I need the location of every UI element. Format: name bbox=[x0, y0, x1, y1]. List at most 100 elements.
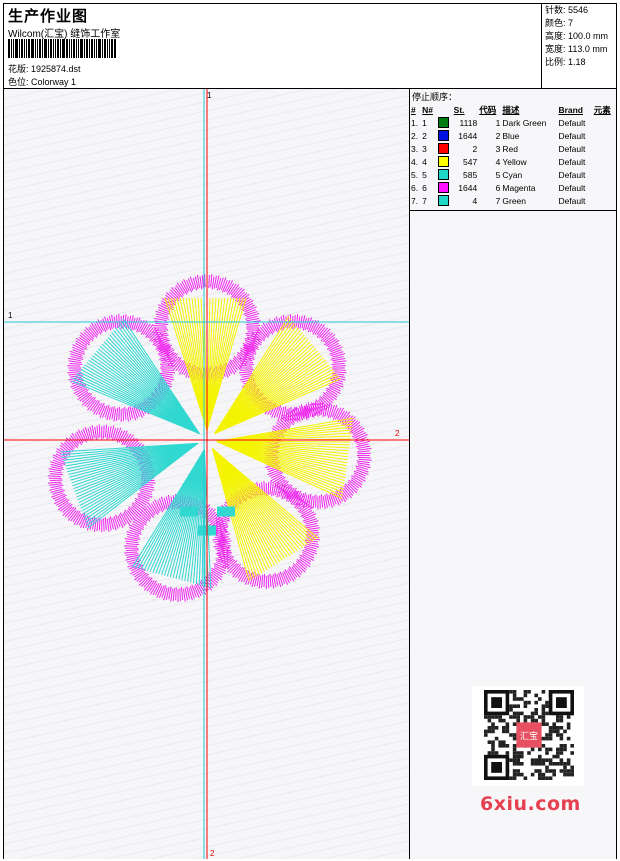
table-row[interactable]: 6. 6 1644 6 Magenta Default bbox=[410, 181, 616, 194]
col-description: 描述 bbox=[502, 104, 520, 115]
row-description: Magenta bbox=[502, 182, 536, 193]
table-row[interactable]: 2. 2 1644 2 Blue Default bbox=[410, 129, 616, 142]
row-code: 6 bbox=[495, 182, 501, 193]
table-row[interactable]: 1. 1 1118 1 Dark Green Default bbox=[410, 116, 616, 129]
row-needle: 1 bbox=[422, 117, 427, 128]
color-swatch bbox=[437, 142, 453, 155]
table-row[interactable]: 3. 3 2 3 Red Default bbox=[410, 142, 616, 155]
barcode bbox=[8, 39, 117, 58]
row-stitches: 1644 bbox=[458, 182, 478, 193]
color-swatch bbox=[437, 116, 453, 129]
stop-sequence-heading: 停止顺序： bbox=[412, 92, 458, 102]
color-swatch bbox=[437, 155, 453, 168]
petals bbox=[47, 274, 372, 603]
color-swatch-dark-green bbox=[437, 117, 449, 129]
stat-height: 高度: 100.0 mm bbox=[545, 31, 609, 41]
row-description: Cyan bbox=[502, 169, 523, 180]
qr-stamp-text: 汇宝 bbox=[520, 730, 538, 742]
row-index: 5. bbox=[411, 169, 419, 180]
row-index: 2. bbox=[411, 130, 419, 141]
row-stitches: 585 bbox=[463, 169, 478, 180]
row-index: 6. bbox=[411, 182, 419, 193]
row-description: Green bbox=[502, 195, 527, 206]
row-brand: Default bbox=[558, 117, 586, 128]
table-row[interactable]: 4. 4 547 4 Yellow Default bbox=[410, 155, 616, 168]
row-stitches: 547 bbox=[463, 156, 478, 167]
row-stitches: 1118 bbox=[459, 117, 478, 128]
row-code: 4 bbox=[495, 156, 501, 167]
row-needle: 3 bbox=[422, 143, 427, 154]
col-index: # bbox=[411, 104, 416, 115]
row-brand: Default bbox=[558, 195, 586, 206]
color-swatch bbox=[437, 168, 453, 181]
vertical-guide-2-label: 2 bbox=[210, 849, 215, 858]
design-canvas[interactable]: 1 2 1 2 bbox=[4, 89, 409, 859]
row-element bbox=[593, 181, 616, 194]
row-code: 2 bbox=[495, 130, 501, 141]
row-code: 1 bbox=[495, 117, 501, 128]
stat-width: 宽度: 113.0 mm bbox=[545, 44, 608, 54]
production-sheet: 生产作业图 Wilcom(汇宝) 缝饰工作室 花版: 1925874.dst 色… bbox=[3, 3, 617, 859]
row-needle: 7 bbox=[422, 195, 427, 206]
col-stitches: St. bbox=[453, 104, 465, 115]
row-code: 7 bbox=[495, 195, 501, 206]
row-code: 5 bbox=[495, 169, 501, 180]
embroidery-design bbox=[4, 89, 409, 859]
col-code: 代码 bbox=[479, 104, 497, 115]
col-element: 元素 bbox=[593, 104, 611, 115]
row-stitches: 2 bbox=[472, 143, 478, 154]
row-element bbox=[593, 142, 616, 155]
row-description: Red bbox=[502, 143, 518, 154]
sheet-header: 生产作业图 Wilcom(汇宝) 缝饰工作室 花版: 1925874.dst 色… bbox=[4, 4, 616, 89]
horizontal-guide-1-label: 1 bbox=[8, 311, 13, 320]
color-swatch bbox=[437, 129, 453, 142]
table-row[interactable]: 7. 7 4 7 Green Default bbox=[410, 194, 616, 207]
row-stitches: 4 bbox=[472, 195, 478, 206]
stat-scale: 比例: 1.18 bbox=[545, 57, 586, 67]
row-brand: Default bbox=[558, 130, 586, 141]
table-header-row: # N# St. 代码 描述 Brand 元素 bbox=[410, 103, 616, 116]
row-element bbox=[593, 194, 616, 207]
petal bbox=[211, 448, 321, 589]
color-swatch bbox=[437, 181, 453, 194]
row-description: Yellow bbox=[502, 156, 527, 167]
row-description: Blue bbox=[502, 130, 520, 141]
table-row[interactable]: 5. 5 585 5 Cyan Default bbox=[410, 168, 616, 181]
color-swatch-green bbox=[437, 195, 449, 207]
color-swatch-magenta bbox=[437, 182, 449, 194]
sheet-title: 生产作业图 bbox=[8, 8, 89, 25]
row-index: 7. bbox=[411, 195, 419, 206]
color-swatch bbox=[437, 194, 453, 207]
colorway-label: 色位: Colorway 1 bbox=[8, 77, 77, 87]
stat-stitches: 针数: 5546 bbox=[545, 5, 589, 15]
stats-panel: 针数: 5546 颜色: 7 高度: 100.0 mm 宽度: 113.0 mm… bbox=[541, 4, 616, 89]
row-needle: 4 bbox=[422, 156, 427, 167]
site-watermark: 6xiu.com bbox=[480, 793, 581, 815]
row-brand: Default bbox=[558, 143, 586, 154]
row-code: 3 bbox=[495, 143, 501, 154]
qr-code: 汇宝 bbox=[472, 686, 584, 786]
col-needle: N# bbox=[422, 104, 433, 115]
color-swatch-red bbox=[437, 143, 449, 155]
studio-name: Wilcom(汇宝) 缝饰工作室 bbox=[8, 29, 121, 40]
stop-sequence-table: # N# St. 代码 描述 Brand 元素 1. 1 1118 1 Dark Gre… bbox=[410, 103, 616, 207]
horizontal-guide-2-label: 2 bbox=[395, 429, 400, 438]
color-swatch-yellow bbox=[437, 156, 449, 168]
col-brand: Brand bbox=[558, 104, 583, 115]
row-index: 3. bbox=[411, 143, 419, 154]
row-needle: 2 bbox=[422, 130, 427, 141]
color-swatch-blue bbox=[437, 130, 449, 142]
color-swatch-cyan bbox=[437, 169, 449, 181]
vertical-guide-1-label: 1 bbox=[207, 91, 212, 100]
row-index: 1. bbox=[411, 117, 419, 128]
row-brand: Default bbox=[558, 182, 586, 193]
row-element bbox=[593, 155, 616, 168]
row-element bbox=[593, 116, 616, 129]
row-index: 4. bbox=[411, 156, 419, 167]
row-needle: 5 bbox=[422, 169, 427, 180]
row-element bbox=[593, 129, 616, 142]
row-brand: Default bbox=[558, 156, 586, 167]
design-file-label: 花版: 1925874.dst bbox=[8, 64, 81, 74]
stat-colors: 颜色: 7 bbox=[545, 18, 574, 28]
row-needle: 6 bbox=[422, 182, 427, 193]
